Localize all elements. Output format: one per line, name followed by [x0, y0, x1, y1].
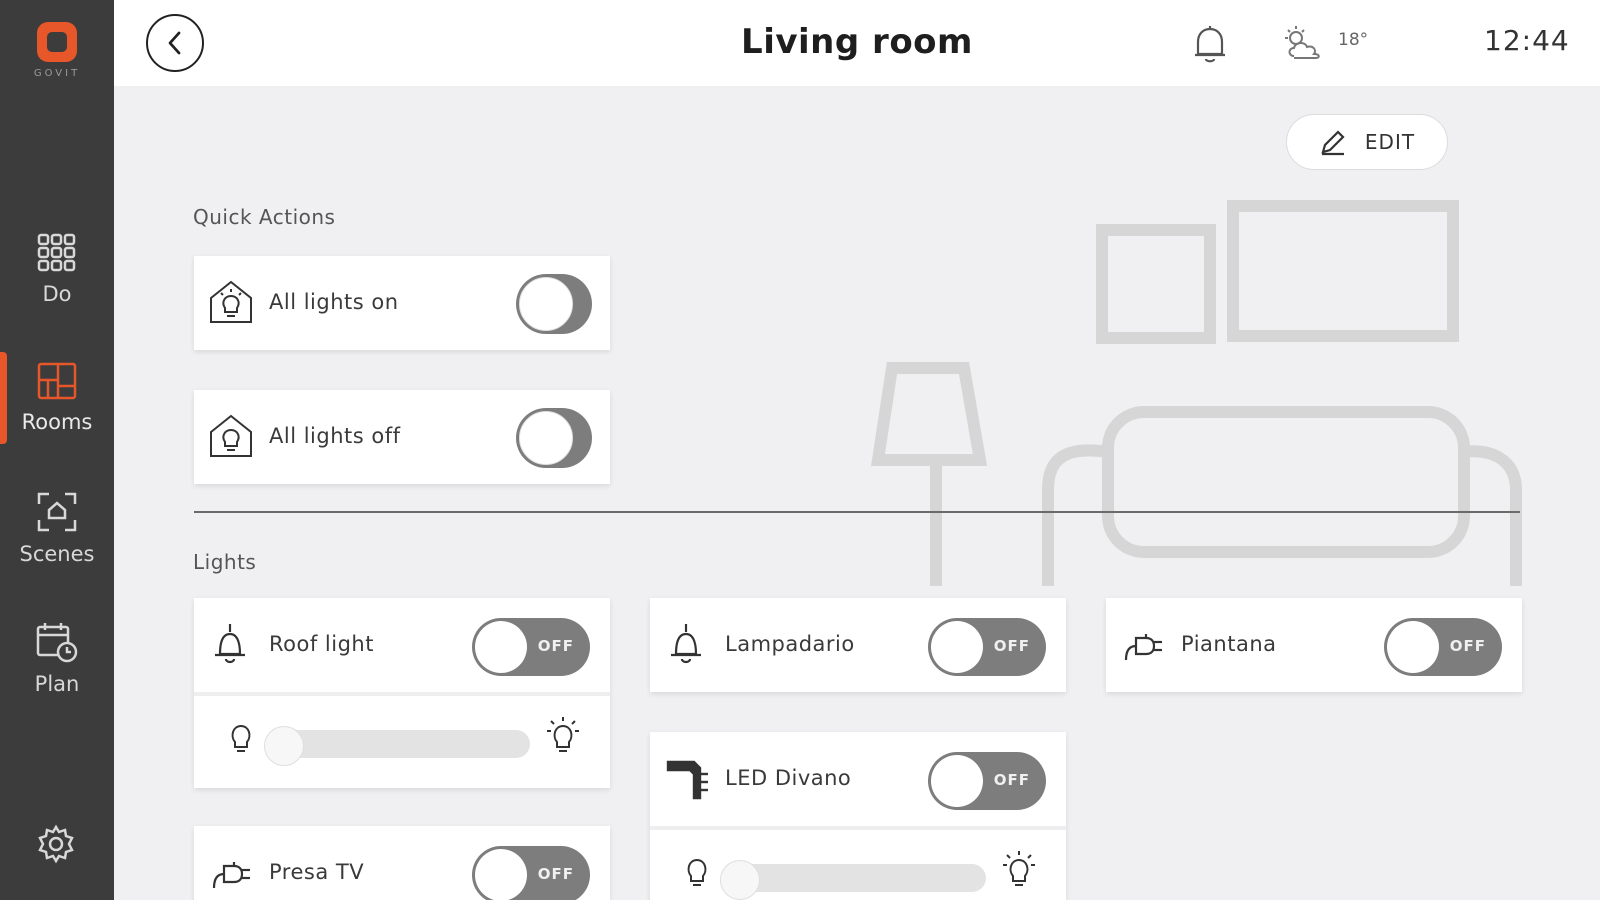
piantana-toggle[interactable]: OFF: [1384, 618, 1502, 676]
house-light-off-icon: [210, 414, 252, 457]
bulb-dim-icon: [687, 858, 707, 886]
roof-light-toggle[interactable]: OFF: [472, 618, 590, 676]
sidebar-item-label: Plan: [34, 672, 80, 696]
toggle-state: OFF: [537, 865, 574, 883]
gear-icon[interactable]: [35, 823, 77, 865]
toggle-state: OFF: [537, 637, 574, 655]
page-title: Living room: [741, 22, 973, 62]
pencil-icon: [1321, 130, 1345, 156]
light-card-piantana: Piantana OFF: [1106, 598, 1522, 692]
sidebar-item-label: Scenes: [19, 542, 95, 566]
edit-label: EDIT: [1364, 130, 1416, 154]
led-strip-icon: [666, 760, 708, 800]
scenes-icon: [37, 492, 77, 532]
light-label: Presa TV: [269, 860, 365, 884]
light-card-led-divano: LED Divano OFF: [650, 732, 1066, 900]
header: Living room 18° 12:44: [114, 0, 1600, 86]
light-row: LED Divano OFF: [650, 732, 1066, 826]
lampadario-toggle[interactable]: OFF: [928, 618, 1046, 676]
light-label: Lampadario: [725, 632, 855, 656]
toggle-knob: [519, 411, 573, 465]
plug-icon: [212, 862, 250, 889]
logo-text: GOVIT: [33, 68, 81, 79]
light-label: LED Divano: [725, 766, 852, 790]
bulb-bright-icon: [1003, 851, 1035, 886]
quick-action-card: All lights off: [194, 390, 610, 484]
toggle-knob: [519, 277, 573, 331]
light-row: Presa TV OFF: [194, 826, 610, 900]
roof-light-dimmer-slider[interactable]: [264, 726, 530, 766]
brand-logo: GOVIT: [0, 18, 114, 79]
ceiling-lamp-icon: [671, 624, 701, 664]
slider-thumb[interactable]: [264, 726, 304, 766]
toggle-state: OFF: [993, 637, 1030, 655]
presa-tv-toggle[interactable]: OFF: [472, 846, 590, 900]
light-row: Roof light OFF: [194, 598, 610, 692]
light-row: Piantana OFF: [1106, 598, 1522, 692]
sidebar-item-rooms[interactable]: Rooms: [0, 360, 114, 434]
sidebar-item-label: Rooms: [21, 410, 93, 434]
bulb-dim-icon: [231, 724, 251, 752]
quick-action-label: All lights on: [269, 290, 399, 314]
partly-cloudy-icon: [1285, 26, 1320, 59]
toggle-knob: [475, 849, 527, 900]
room-illustration: [871, 200, 1522, 586]
all-lights-off-toggle[interactable]: [516, 408, 592, 468]
bell-icon[interactable]: [1192, 24, 1228, 64]
sidebar: GOVIT Do Rooms Scenes Plan: [0, 0, 114, 900]
ceiling-lamp-icon: [215, 624, 245, 664]
sidebar-item-plan[interactable]: Plan: [0, 620, 114, 696]
toggle-knob: [1387, 621, 1439, 673]
toggle-knob: [931, 621, 983, 673]
slider-thumb[interactable]: [720, 860, 760, 900]
temperature-value: 18°: [1338, 30, 1369, 50]
toggle-state: OFF: [1449, 637, 1486, 655]
logo-mark-icon: [37, 22, 77, 62]
sidebar-item-do[interactable]: Do: [0, 232, 114, 306]
toggle-knob: [475, 621, 527, 673]
edit-button[interactable]: EDIT: [1286, 114, 1448, 170]
toggle-knob: [931, 755, 983, 807]
quick-actions-heading: Quick Actions: [193, 205, 336, 229]
light-row: Lampadario OFF: [650, 598, 1066, 692]
section-divider: [194, 511, 1520, 513]
sidebar-item-scenes[interactable]: Scenes: [0, 490, 114, 566]
house-light-on-icon: [210, 280, 252, 323]
dimmer-row: [194, 696, 610, 784]
clock: 12:44: [1484, 24, 1570, 57]
light-label: Piantana: [1181, 632, 1277, 656]
light-card-roof-light: Roof light OFF: [194, 598, 610, 788]
dimmer-row: [650, 830, 1066, 900]
calendar-clock-icon: [36, 623, 78, 663]
quick-action-card: All lights on: [194, 256, 610, 350]
led-divano-toggle[interactable]: OFF: [928, 752, 1046, 810]
toggle-state: OFF: [993, 771, 1030, 789]
led-divano-dimmer-slider[interactable]: [720, 860, 986, 900]
all-lights-on-toggle[interactable]: [516, 274, 592, 334]
grid-icon: [37, 233, 76, 272]
quick-action-label: All lights off: [269, 424, 401, 448]
light-card-presa-tv: Presa TV OFF: [194, 826, 610, 900]
plug-icon: [1124, 634, 1162, 661]
lights-heading: Lights: [193, 550, 257, 574]
bulb-bright-icon: [547, 717, 579, 752]
light-card-lampadario: Lampadario OFF: [650, 598, 1066, 692]
light-label: Roof light: [269, 632, 374, 656]
sidebar-item-label: Do: [42, 282, 72, 306]
rooms-icon: [37, 362, 77, 400]
